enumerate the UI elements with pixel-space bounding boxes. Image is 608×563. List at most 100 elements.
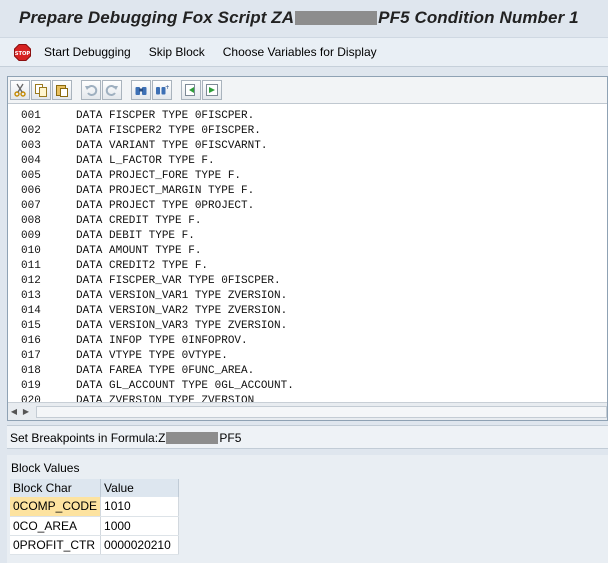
code-text: DATA CREDIT2 TYPE F. bbox=[76, 260, 209, 272]
cell-block-char[interactable]: 0COMP_CODE bbox=[10, 497, 102, 517]
copy-icon[interactable] bbox=[31, 80, 51, 100]
line-number: 016 bbox=[21, 335, 41, 347]
code-line[interactable]: 008 DATA CREDIT TYPE F. bbox=[8, 214, 607, 229]
redacted-block bbox=[166, 432, 219, 444]
choose-variables-button[interactable]: Choose Variables for Display bbox=[223, 45, 377, 59]
editor-toolbar: + bbox=[8, 77, 607, 104]
line-number: 003 bbox=[21, 140, 41, 152]
code-text: DATA FISCPER2 TYPE 0FISCPER. bbox=[76, 125, 261, 137]
code-line[interactable]: 010 DATA AMOUNT TYPE F. bbox=[8, 244, 607, 259]
code-text: DATA PROJECT TYPE 0PROJECT. bbox=[76, 200, 255, 212]
line-number: 006 bbox=[21, 185, 41, 197]
code-text: DATA GL_ACCOUNT TYPE 0GL_ACCOUNT. bbox=[76, 380, 294, 392]
line-number: 007 bbox=[21, 200, 41, 212]
table-row[interactable]: 0PROFIT_CTR 0000020210 bbox=[10, 535, 180, 555]
cell-value[interactable]: 1010 bbox=[100, 497, 180, 517]
formula-editor: + 001 DATA FISCPER TYPE 0FISCPER. 002 DATA … bbox=[7, 76, 608, 421]
code-line[interactable]: 007 DATA PROJECT TYPE 0PROJECT. bbox=[8, 199, 607, 214]
code-text: DATA L_FACTOR TYPE F. bbox=[76, 155, 215, 167]
line-number: 005 bbox=[21, 170, 41, 182]
cell-block-char[interactable]: 0CO_AREA bbox=[10, 516, 102, 536]
code-text: DATA PROJECT_MARGIN TYPE F. bbox=[76, 185, 255, 197]
svg-text:+: + bbox=[165, 84, 169, 91]
scrollbar-track[interactable] bbox=[36, 405, 607, 418]
line-number: 013 bbox=[21, 290, 41, 302]
find-icon[interactable] bbox=[131, 80, 151, 100]
code-text: DATA CREDIT TYPE F. bbox=[76, 215, 202, 227]
cell-value[interactable]: 1000 bbox=[100, 516, 180, 536]
load-icon[interactable] bbox=[181, 80, 201, 100]
code-line[interactable]: 002 DATA FISCPER2 TYPE 0FISCPER. bbox=[8, 124, 607, 139]
line-number: 009 bbox=[21, 230, 41, 242]
code-text: DATA INFOP TYPE 0INFOPROV. bbox=[76, 335, 248, 347]
line-number: 014 bbox=[21, 305, 41, 317]
undo-icon[interactable] bbox=[81, 80, 101, 100]
block-values-panel: Block Values Block Char Value 0COMP_CODE… bbox=[7, 455, 608, 563]
block-values-table: Block Char Value 0COMP_CODE 1010 0CO_AREA 1… bbox=[10, 479, 180, 555]
code-line[interactable]: 001 DATA FISCPER TYPE 0FISCPER. bbox=[8, 109, 607, 124]
breakpoints-suffix: PF5 bbox=[219, 431, 242, 445]
code-listing[interactable]: 001 DATA FISCPER TYPE 0FISCPER. 002 DATA FI… bbox=[8, 105, 607, 402]
breakpoints-bar: Set Breakpoints in Formula:Z PF5 bbox=[7, 425, 608, 449]
code-text: DATA FISCPER_VAR TYPE 0FISCPER. bbox=[76, 275, 281, 287]
skip-block-button[interactable]: Skip Block bbox=[149, 45, 205, 59]
code-text: DATA PROJECT_FORE TYPE F. bbox=[76, 170, 242, 182]
line-number: 004 bbox=[21, 155, 41, 167]
cut-icon[interactable] bbox=[10, 80, 30, 100]
code-text: DATA DEBIT TYPE F. bbox=[76, 230, 195, 242]
code-text: DATA VTYPE TYPE 0VTYPE. bbox=[76, 350, 228, 362]
code-text: DATA VERSION_VAR1 TYPE ZVERSION. bbox=[76, 290, 288, 302]
code-line[interactable]: 018 DATA FAREA TYPE 0FUNC_AREA. bbox=[8, 364, 607, 379]
code-line[interactable]: 019 DATA GL_ACCOUNT TYPE 0GL_ACCOUNT. bbox=[8, 379, 607, 394]
horizontal-scrollbar[interactable]: ◀ ▶ bbox=[8, 402, 607, 420]
table-row[interactable]: 0CO_AREA 1000 bbox=[10, 516, 180, 536]
application-toolbar: STOP Start Debugging Skip Block Choose V… bbox=[0, 37, 608, 67]
code-line[interactable]: 017 DATA VTYPE TYPE 0VTYPE. bbox=[8, 349, 607, 364]
redo-icon[interactable] bbox=[102, 80, 122, 100]
column-header-value[interactable]: Value bbox=[100, 479, 180, 497]
code-line[interactable]: 006 DATA PROJECT_MARGIN TYPE F. bbox=[8, 184, 607, 199]
code-line[interactable]: 005 DATA PROJECT_FORE TYPE F. bbox=[8, 169, 607, 184]
window-title: Prepare Debugging Fox Script ZA PF5 Condi… bbox=[19, 8, 579, 27]
line-number: 015 bbox=[21, 320, 41, 332]
line-number: 012 bbox=[21, 275, 41, 287]
stop-icon[interactable]: STOP bbox=[14, 43, 31, 61]
save-icon[interactable] bbox=[202, 80, 222, 100]
window-title-bar: Prepare Debugging Fox Script ZA PF5 Condi… bbox=[0, 0, 608, 37]
cell-value[interactable]: 0000020210 bbox=[100, 535, 180, 555]
start-debugging-button[interactable]: Start Debugging bbox=[44, 45, 131, 59]
scroll-right-icon[interactable]: ▶ bbox=[20, 407, 32, 416]
code-text: DATA ZVERSION TYPE ZVERSION bbox=[76, 395, 255, 402]
scroll-left-icon[interactable]: ◀ bbox=[8, 407, 20, 416]
paste-icon[interactable] bbox=[52, 80, 72, 100]
code-text: DATA VARIANT TYPE 0FISCVARNT. bbox=[76, 140, 268, 152]
code-line[interactable]: 015 DATA VERSION_VAR3 TYPE ZVERSION. bbox=[8, 319, 607, 334]
code-line[interactable]: 011 DATA CREDIT2 TYPE F. bbox=[8, 259, 607, 274]
code-line[interactable]: 009 DATA DEBIT TYPE F. bbox=[8, 229, 607, 244]
line-number: 020 bbox=[21, 395, 41, 402]
line-number: 017 bbox=[21, 350, 41, 362]
code-text: DATA AMOUNT TYPE F. bbox=[76, 245, 202, 257]
title-prefix: Prepare Debugging Fox Script ZA bbox=[19, 8, 295, 27]
block-values-title: Block Values bbox=[11, 461, 80, 475]
code-line[interactable]: 020 DATA ZVERSION TYPE ZVERSION bbox=[8, 394, 607, 402]
line-number: 011 bbox=[21, 260, 41, 272]
code-line[interactable]: 004 DATA L_FACTOR TYPE F. bbox=[8, 154, 607, 169]
breakpoints-label: Set Breakpoints in Formula:Z bbox=[10, 431, 166, 445]
line-number: 018 bbox=[21, 365, 41, 377]
line-number: 010 bbox=[21, 245, 41, 257]
code-line[interactable]: 013 DATA VERSION_VAR1 TYPE ZVERSION. bbox=[8, 289, 607, 304]
code-text: DATA FAREA TYPE 0FUNC_AREA. bbox=[76, 365, 255, 377]
cell-block-char[interactable]: 0PROFIT_CTR bbox=[10, 535, 102, 555]
table-row[interactable]: 0COMP_CODE 1010 bbox=[10, 497, 180, 517]
code-line[interactable]: 014 DATA VERSION_VAR2 TYPE ZVERSION. bbox=[8, 304, 607, 319]
title-suffix: PF5 Condition Number 1 bbox=[378, 8, 579, 27]
line-number: 019 bbox=[21, 380, 41, 392]
code-line[interactable]: 016 DATA INFOP TYPE 0INFOPROV. bbox=[8, 334, 607, 349]
line-number: 008 bbox=[21, 215, 41, 227]
find-next-icon[interactable]: + bbox=[152, 80, 172, 100]
column-header-block-char[interactable]: Block Char bbox=[10, 479, 102, 497]
code-line[interactable]: 012 DATA FISCPER_VAR TYPE 0FISCPER. bbox=[8, 274, 607, 289]
code-line[interactable]: 003 DATA VARIANT TYPE 0FISCVARNT. bbox=[8, 139, 607, 154]
svg-text:STOP: STOP bbox=[15, 51, 31, 57]
